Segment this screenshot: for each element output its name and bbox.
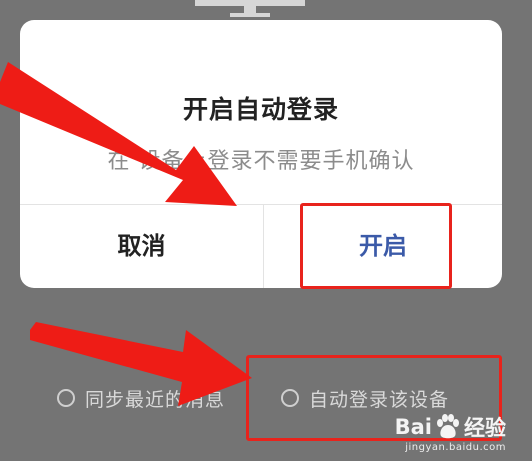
dialog-title: 开启自动登录: [182, 95, 339, 124]
sync-messages-option[interactable]: 同步最近的消息: [57, 383, 225, 413]
baidu-paw-icon: [437, 414, 459, 439]
watermark-brand-left: Bai: [394, 415, 432, 439]
watermark-url: jingyan.baidu.com: [405, 442, 506, 453]
sync-messages-label: 同步最近的消息: [85, 388, 226, 411]
cancel-button[interactable]: 取消: [20, 205, 263, 288]
screen: 开启自动登录 在 设备上登录不需要手机确认 取消 开启 同步最近的消息 自动登录…: [0, 0, 532, 461]
radio-icon[interactable]: [57, 389, 75, 407]
watermark-brand-right: 经验: [464, 416, 506, 440]
dialog-message: 在 设备上登录不需要手机确认: [107, 149, 415, 174]
baidu-watermark: Bai 经验 jingyan.baidu.com: [395, 412, 506, 453]
monitor-icon: [195, 0, 305, 17]
highlight-box-enable: [300, 203, 452, 289]
